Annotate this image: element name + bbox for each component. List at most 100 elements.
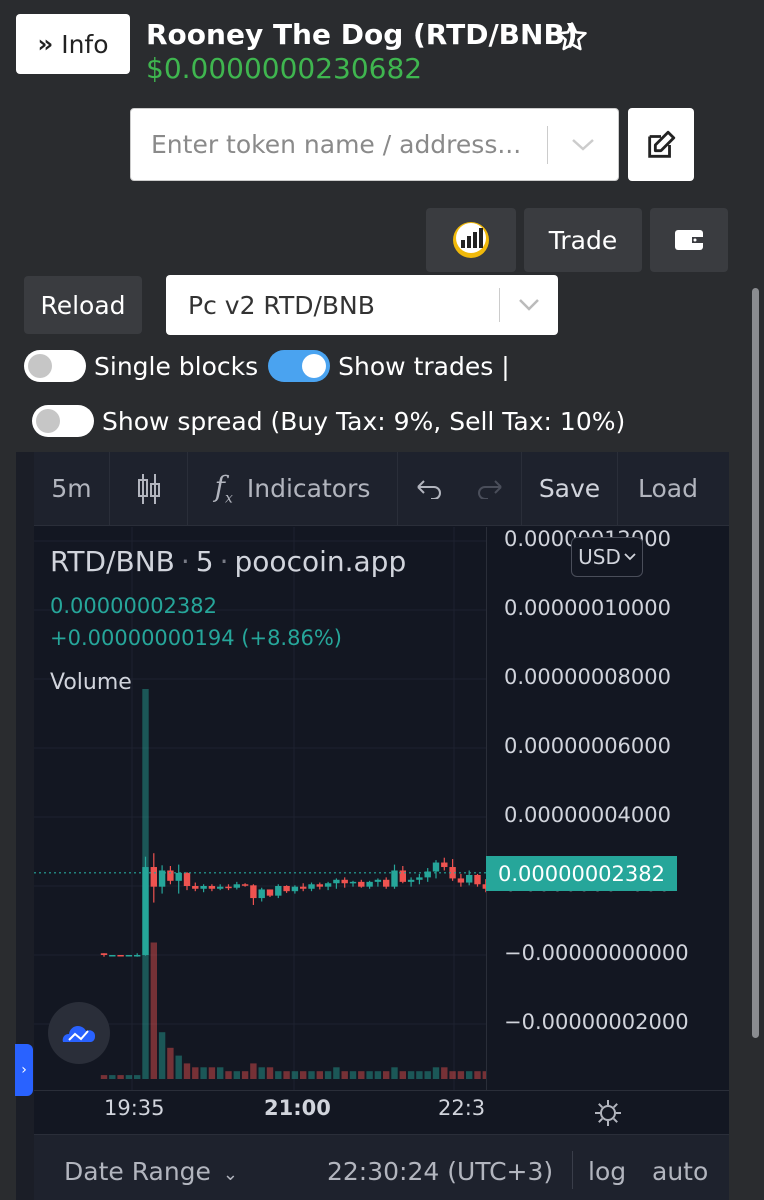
volume-bar xyxy=(117,1075,124,1079)
tradingview-cloud-icon xyxy=(62,1026,96,1042)
reload-button[interactable]: Reload xyxy=(24,276,142,334)
undo-icon[interactable] xyxy=(415,479,443,499)
chevron-down-icon[interactable] xyxy=(548,137,618,153)
candle-body xyxy=(374,879,382,882)
volume-bar xyxy=(416,1071,423,1079)
wallet-icon xyxy=(675,230,703,250)
undo-redo-group xyxy=(398,451,522,526)
chart-legend-title: RTD/BNB · 5 · poocoin.app xyxy=(50,545,407,578)
poocoin-logo-button[interactable] xyxy=(426,208,516,272)
candle-body xyxy=(275,886,282,896)
side-panel-toggle[interactable]: › xyxy=(15,1044,33,1096)
date-range-button[interactable]: Date Range ⌄ xyxy=(64,1157,238,1186)
candle-body xyxy=(250,885,257,899)
auto-scale-button[interactable]: auto xyxy=(652,1157,708,1186)
volume-bar xyxy=(374,1071,382,1079)
y-tick-label: −0.00000002000 xyxy=(504,1010,689,1034)
function-icon: fx xyxy=(214,470,233,507)
show-spread-toggle-row: Show spread (Buy Tax: 9%, Sell Tax: 10%) xyxy=(32,405,625,437)
legend-change: +0.00000000194 (+8.86%) xyxy=(50,626,342,650)
indicators-button[interactable]: fx Indicators xyxy=(188,451,398,526)
volume-bar xyxy=(250,1063,257,1079)
candle-body xyxy=(457,878,465,883)
volume-bar xyxy=(383,1071,390,1079)
candle-body xyxy=(416,877,423,880)
interval-button[interactable]: 5m xyxy=(34,451,110,526)
currency-label: USD xyxy=(578,545,621,569)
poocoin-logo-icon xyxy=(453,222,489,258)
volume-bar xyxy=(183,1063,191,1079)
candle-body xyxy=(324,883,332,887)
token-search-input[interactable]: Enter token name / address... xyxy=(130,108,619,181)
clock-time: 22:30:24 (UTC+3) xyxy=(327,1157,554,1186)
x-tick-label: 21:00 xyxy=(264,1096,331,1120)
save-button[interactable]: Save xyxy=(522,451,618,526)
tradingview-logo-button[interactable] xyxy=(48,1002,110,1064)
volume-bar xyxy=(150,942,157,1079)
volume-label: Volume xyxy=(50,670,132,695)
scrollbar-thumb[interactable] xyxy=(752,288,759,1038)
volume-bar xyxy=(225,1071,232,1079)
single-blocks-toggle[interactable] xyxy=(24,350,86,382)
candle-body xyxy=(466,874,473,883)
load-button[interactable]: Load xyxy=(618,452,729,526)
y-tick-label: 0.00000008000 xyxy=(504,665,672,689)
candle-body xyxy=(399,870,406,882)
token-title: Rooney The Dog (RTD/BNB) xyxy=(146,18,578,51)
show-trades-toggle[interactable] xyxy=(268,350,331,382)
chart-settings-button[interactable] xyxy=(486,1090,729,1134)
candle-type-button[interactable] xyxy=(110,451,188,526)
trade-button[interactable]: Trade xyxy=(524,208,642,272)
candle-body xyxy=(366,881,373,887)
info-button-label: Info xyxy=(61,29,109,59)
volume-bar xyxy=(349,1071,357,1079)
volume-bar xyxy=(457,1071,465,1079)
edit-button[interactable] xyxy=(628,108,694,181)
time-axis[interactable] xyxy=(34,1090,486,1134)
volume-bar xyxy=(432,1067,440,1079)
currency-select[interactable]: USD xyxy=(571,537,643,577)
candle-body xyxy=(241,884,249,886)
chevron-down-icon[interactable] xyxy=(500,298,558,312)
volume-bar xyxy=(316,1071,323,1079)
wallet-button[interactable] xyxy=(650,208,728,272)
log-scale-button[interactable]: log xyxy=(588,1157,626,1186)
single-blocks-toggle-row: Single blocks Show trades | xyxy=(24,350,510,382)
volume-bar xyxy=(300,1071,307,1079)
candle-body xyxy=(349,881,357,884)
candle-body xyxy=(167,870,174,881)
candle-body xyxy=(134,955,141,957)
volume-bar xyxy=(449,1071,456,1079)
load-label: Load xyxy=(638,474,698,503)
volume-bar xyxy=(366,1071,373,1079)
redo-icon[interactable] xyxy=(476,479,504,499)
poocoin-page: { "header": { "info_button": "Info", "ti… xyxy=(0,0,764,1200)
single-blocks-label: Single blocks xyxy=(94,351,259,381)
candle-body xyxy=(266,889,274,896)
candle-body xyxy=(283,886,290,892)
candle-body xyxy=(233,884,240,888)
show-spread-toggle[interactable] xyxy=(32,405,94,437)
edit-icon xyxy=(648,130,676,158)
pair-select[interactable]: Pc v2 RTD/BNB xyxy=(166,275,558,335)
y-tick-label: 0.00000006000 xyxy=(504,734,672,758)
volume-bar xyxy=(275,1071,282,1079)
volume-bar xyxy=(217,1067,224,1079)
candle-body xyxy=(407,879,415,882)
candle-body xyxy=(258,889,265,899)
volume-bar xyxy=(233,1071,240,1079)
volume-bar xyxy=(341,1071,348,1079)
volume-bar xyxy=(324,1071,332,1079)
volume-bar xyxy=(258,1067,265,1079)
volume-bar xyxy=(125,1075,133,1079)
volume-bar xyxy=(424,1071,431,1079)
bottom-bar-divider xyxy=(572,1151,573,1189)
x-tick-label: 22:35 xyxy=(438,1096,486,1120)
candle-body xyxy=(225,886,232,889)
legend-symbol: RTD/BNB xyxy=(50,545,175,578)
volume-bar xyxy=(399,1071,406,1079)
info-button[interactable]: ›› Info xyxy=(16,14,130,74)
interval-label: 5m xyxy=(51,474,92,503)
star-icon[interactable] xyxy=(555,20,589,54)
chevron-right-icon: › xyxy=(21,1062,27,1078)
